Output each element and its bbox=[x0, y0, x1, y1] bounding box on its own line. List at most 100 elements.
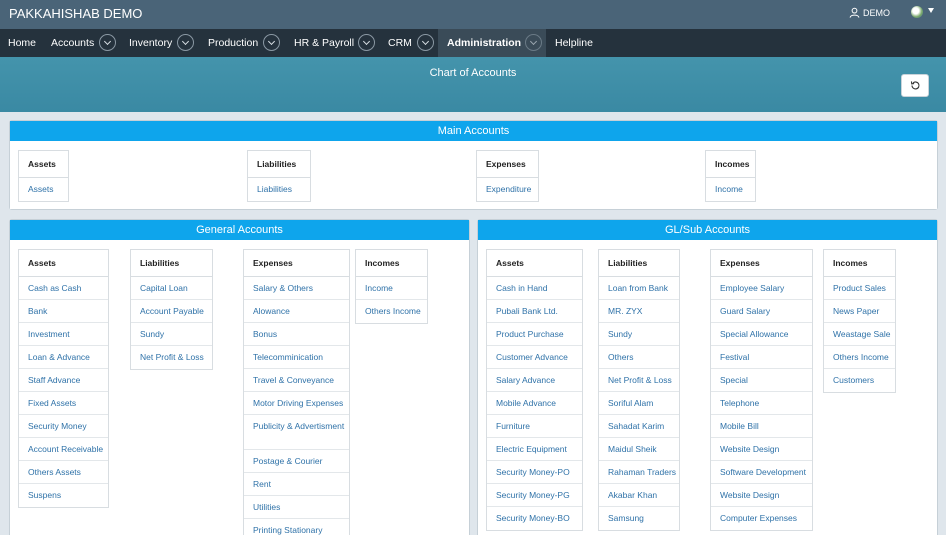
list-item[interactable]: Festival bbox=[711, 346, 812, 369]
user-menu[interactable]: DEMO bbox=[849, 7, 890, 18]
list-item[interactable]: Income bbox=[356, 277, 427, 300]
list-item[interactable]: MR. ZYX bbox=[599, 300, 679, 323]
card-header: Liabilities bbox=[131, 250, 212, 277]
user-icon bbox=[849, 7, 860, 18]
list-item[interactable]: Account Payable bbox=[131, 300, 212, 323]
chevron-down-icon[interactable] bbox=[417, 34, 434, 51]
list-item[interactable]: Maidul Sheik bbox=[599, 438, 679, 461]
list-item[interactable]: Staff Advance bbox=[19, 369, 108, 392]
gl-liabilities-card: Liabilities Loan from Bank MR. ZYX Sundy… bbox=[598, 249, 680, 531]
list-item[interactable]: Net Profit & Loss bbox=[599, 369, 679, 392]
list-item[interactable]: Website Design bbox=[711, 484, 812, 507]
list-item[interactable]: Customer Advance bbox=[487, 346, 582, 369]
list-item[interactable]: Assets bbox=[19, 178, 68, 201]
general-liabilities-card: Liabilities Capital Loan Account Payable… bbox=[130, 249, 213, 370]
list-item[interactable]: Alowance bbox=[244, 300, 349, 323]
list-item[interactable]: Electric Equipment bbox=[487, 438, 582, 461]
list-item[interactable]: Account Receivable bbox=[19, 438, 108, 461]
list-item[interactable]: Computer Expenses bbox=[711, 507, 812, 530]
list-item[interactable]: Rent bbox=[244, 473, 349, 496]
main-incomes-card: Incomes Income bbox=[705, 150, 756, 202]
list-item[interactable]: Mobile Bill bbox=[711, 415, 812, 438]
nav-production[interactable]: Production bbox=[208, 29, 258, 57]
list-item[interactable]: Security Money-BO bbox=[487, 507, 582, 530]
list-item[interactable]: Akabar Khan bbox=[599, 484, 679, 507]
chevron-down-icon[interactable] bbox=[358, 34, 375, 51]
user-name: DEMO bbox=[863, 7, 890, 18]
chevron-down-icon[interactable] bbox=[525, 34, 542, 51]
list-item[interactable]: News Paper bbox=[824, 300, 895, 323]
list-item[interactable]: Website Design bbox=[711, 438, 812, 461]
list-item[interactable]: Sundy bbox=[131, 323, 212, 346]
nav-inventory[interactable]: Inventory bbox=[129, 29, 172, 57]
list-item[interactable]: Salary & Others bbox=[244, 277, 349, 300]
list-item[interactable]: Suspens bbox=[19, 484, 108, 507]
list-item[interactable]: Bank bbox=[19, 300, 108, 323]
list-item[interactable]: Soriful Alam bbox=[599, 392, 679, 415]
list-item[interactable]: Weastage Sale bbox=[824, 323, 895, 346]
list-item[interactable]: Salary Advance bbox=[487, 369, 582, 392]
list-item[interactable]: Samsung bbox=[599, 507, 679, 530]
list-item[interactable]: Furniture bbox=[487, 415, 582, 438]
list-item[interactable]: Publicity & Advertisment bbox=[244, 415, 349, 450]
list-item[interactable]: Investment bbox=[19, 323, 108, 346]
list-item[interactable]: Loan from Bank bbox=[599, 277, 679, 300]
list-item[interactable]: Printing Stationary bbox=[244, 519, 349, 535]
list-item[interactable]: Special bbox=[711, 369, 812, 392]
list-item[interactable]: Others Income bbox=[356, 300, 427, 323]
main-assets-card: Assets Assets bbox=[18, 150, 69, 202]
list-item[interactable]: Product Purchase bbox=[487, 323, 582, 346]
card-header: Expenses bbox=[711, 250, 812, 277]
list-item[interactable]: Special Allowance bbox=[711, 323, 812, 346]
nav-hr-payroll[interactable]: HR & Payroll bbox=[294, 29, 354, 57]
list-item[interactable]: Capital Loan bbox=[131, 277, 212, 300]
refresh-icon bbox=[910, 81, 919, 90]
list-item[interactable]: Security Money bbox=[19, 415, 108, 438]
panel-body: Assets Assets Liabilities Liabilities Ex… bbox=[10, 141, 937, 209]
list-item[interactable]: Others Assets bbox=[19, 461, 108, 484]
list-item[interactable]: Cash in Hand bbox=[487, 277, 582, 300]
language-flag-icon[interactable] bbox=[911, 6, 923, 18]
list-item[interactable]: Mobile Advance bbox=[487, 392, 582, 415]
app-brand[interactable]: PAKKAHISHAB DEMO bbox=[9, 6, 142, 21]
list-item[interactable]: Pubali Bank Ltd. bbox=[487, 300, 582, 323]
main-liabilities-card: Liabilities Liabilities bbox=[247, 150, 311, 202]
nav-home[interactable]: Home bbox=[8, 29, 36, 57]
list-item[interactable]: Security Money-PG bbox=[487, 484, 582, 507]
list-item[interactable]: Bonus bbox=[244, 323, 349, 346]
caret-down-icon[interactable] bbox=[928, 8, 934, 13]
nav-accounts[interactable]: Accounts bbox=[51, 29, 94, 57]
list-item[interactable]: Income bbox=[706, 178, 755, 201]
card-header: Assets bbox=[19, 250, 108, 277]
list-item[interactable]: Others bbox=[599, 346, 679, 369]
card-header: Expenses bbox=[244, 250, 349, 277]
list-item[interactable]: Telecomminication bbox=[244, 346, 349, 369]
list-item[interactable]: Security Money-PO bbox=[487, 461, 582, 484]
list-item[interactable]: Telephone bbox=[711, 392, 812, 415]
list-item[interactable]: Rahaman Traders bbox=[599, 461, 679, 484]
chevron-down-icon[interactable] bbox=[99, 34, 116, 51]
list-item[interactable]: Fixed Assets bbox=[19, 392, 108, 415]
list-item[interactable]: Net Profit & Loss bbox=[131, 346, 212, 369]
list-item[interactable]: Cash as Cash bbox=[19, 277, 108, 300]
list-item[interactable]: Travel & Conveyance bbox=[244, 369, 349, 392]
chevron-down-icon[interactable] bbox=[177, 34, 194, 51]
list-item[interactable]: Others Income bbox=[824, 346, 895, 369]
list-item[interactable]: Postage & Courier bbox=[244, 450, 349, 473]
list-item[interactable]: Software Development bbox=[711, 461, 812, 484]
list-item[interactable]: Guard Salary bbox=[711, 300, 812, 323]
list-item[interactable]: Sahadat Karim bbox=[599, 415, 679, 438]
list-item[interactable]: Liabilities bbox=[248, 178, 310, 201]
list-item[interactable]: Product Sales bbox=[824, 277, 895, 300]
list-item[interactable]: Employee Salary bbox=[711, 277, 812, 300]
list-item[interactable]: Expenditure bbox=[477, 178, 538, 201]
refresh-button[interactable] bbox=[901, 74, 929, 97]
list-item[interactable]: Customers bbox=[824, 369, 895, 392]
list-item[interactable]: Sundy bbox=[599, 323, 679, 346]
list-item[interactable]: Utilities bbox=[244, 496, 349, 519]
chevron-down-icon[interactable] bbox=[263, 34, 280, 51]
nav-helpline[interactable]: Helpline bbox=[555, 29, 593, 57]
list-item[interactable]: Motor Driving Expenses bbox=[244, 392, 349, 415]
nav-crm[interactable]: CRM bbox=[388, 29, 412, 57]
list-item[interactable]: Loan & Advance bbox=[19, 346, 108, 369]
